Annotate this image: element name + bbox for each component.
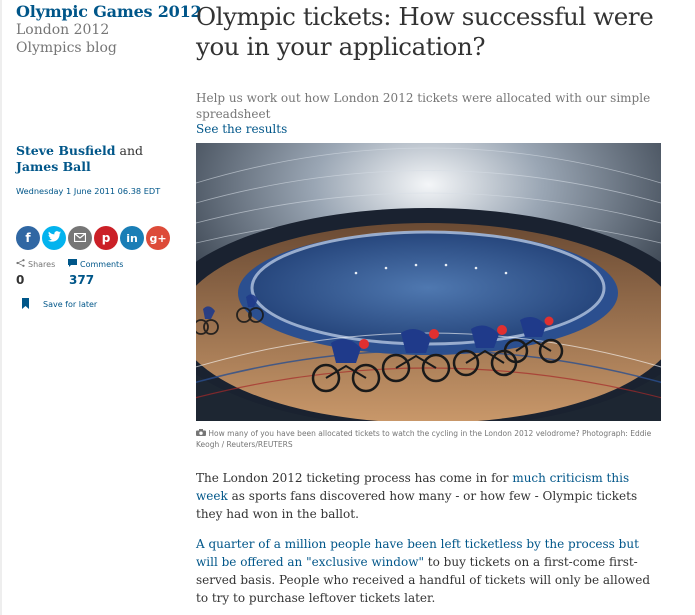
- article-paragraph-2: A quarter of a million people have been …: [196, 535, 661, 607]
- save-for-later-label: Save for later: [43, 300, 98, 309]
- share-icon: [16, 259, 25, 269]
- email-icon: [73, 231, 87, 245]
- caption-text: How many of you have been allocated tick…: [196, 429, 652, 449]
- twitter-share-button[interactable]: [42, 226, 66, 250]
- camera-icon: [196, 429, 208, 438]
- comments-count[interactable]: 377: [69, 273, 94, 287]
- series-title[interactable]: Olympic Games 2012: [16, 2, 202, 21]
- comments-label-group[interactable]: Comments: [68, 259, 123, 269]
- author-link-2[interactable]: James Ball: [16, 159, 91, 174]
- series-subtitle[interactable]: London 2012 Olympics blog: [16, 21, 176, 57]
- standfirst: Help us work out how London 2012 tickets…: [196, 91, 651, 121]
- article-paragraph-1: The London 2012 ticketing process has co…: [196, 469, 661, 523]
- twitter-icon: [47, 231, 61, 245]
- shares-label: Shares: [28, 259, 56, 269]
- paragraph-1-text-b: as sports fans discovered how many - or …: [196, 489, 638, 521]
- comment-icon: [68, 259, 77, 269]
- byline-conjunction: and: [119, 143, 144, 158]
- share-buttons: f p in g+: [16, 226, 170, 250]
- author-link-1[interactable]: Steve Busfield: [16, 143, 116, 158]
- paragraph-1-text-a: The London 2012 ticketing process has co…: [196, 471, 513, 485]
- comments-label: Comments: [80, 259, 124, 269]
- bookmark-icon: [22, 298, 29, 311]
- save-for-later-button[interactable]: Save for later: [22, 298, 97, 311]
- facebook-share-button[interactable]: f: [16, 226, 40, 250]
- publish-date: Wednesday 1 June 2011 06.38 EDT: [16, 186, 161, 196]
- article-headline: Olympic tickets: How successful were you…: [196, 2, 654, 61]
- shares-count: 0: [16, 273, 25, 287]
- velodrome-photo: [196, 143, 661, 421]
- google-plus-icon: g+: [149, 231, 167, 245]
- facebook-icon: f: [25, 231, 31, 245]
- page-left-border: [0, 0, 2, 615]
- pinterest-share-button[interactable]: p: [94, 226, 118, 250]
- email-share-button[interactable]: [68, 226, 92, 250]
- google-plus-share-button[interactable]: g+: [146, 226, 170, 250]
- byline: Steve Busfield and James Ball: [16, 143, 176, 175]
- linkedin-share-button[interactable]: in: [120, 226, 144, 250]
- see-results-link[interactable]: See the results: [196, 122, 287, 136]
- photo-caption: How many of you have been allocated tick…: [196, 428, 661, 450]
- velodrome-illustration: [196, 143, 661, 421]
- pinterest-icon: p: [101, 231, 111, 245]
- shares-label-group: Shares: [16, 259, 55, 269]
- linkedin-icon: in: [126, 231, 138, 245]
